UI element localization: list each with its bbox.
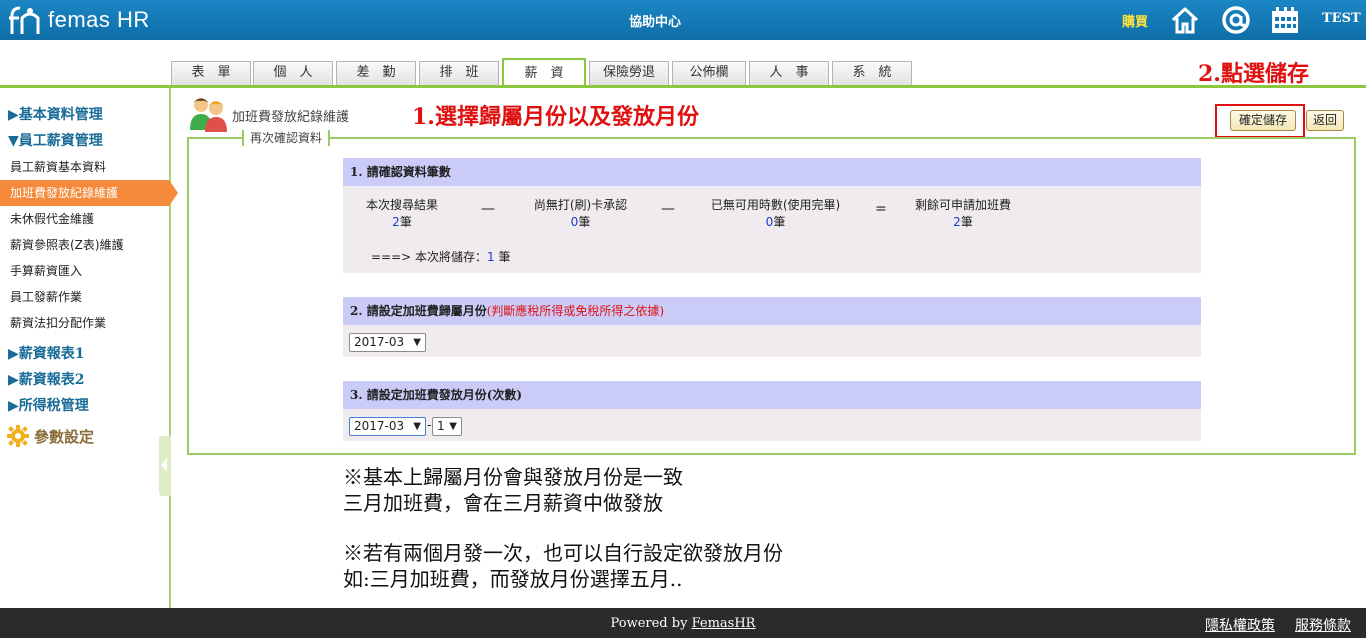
- femashr-link[interactable]: FemasHR: [692, 616, 756, 631]
- users-icon: [190, 98, 227, 132]
- privacy-policy-link[interactable]: 隱私權政策: [1205, 615, 1275, 635]
- stat-no-hours: 已無可用時數(使用完畢) 0筆: [698, 196, 853, 230]
- gear-icon: [7, 425, 29, 447]
- stat-label: 剩餘可申請加班費: [914, 198, 1011, 212]
- dropdown-arrow-icon: ▼: [449, 421, 457, 432]
- summary-value: 1: [487, 250, 495, 264]
- pay-times-select[interactable]: 1 ▼: [432, 417, 462, 436]
- summary-unit: 筆: [494, 250, 511, 264]
- pay-times-value: 1: [437, 419, 445, 433]
- user-name[interactable]: TEST: [1322, 11, 1361, 26]
- tabs-underline: [0, 85, 1366, 88]
- stat-label: 已無可用時數(使用完畢): [710, 198, 841, 212]
- dropdown-arrow-icon: ▼: [413, 337, 421, 348]
- pay-month-section: 3. 請設定加班費發放月份(次數) 2017-03 ▼ - 1 ▼: [343, 381, 1201, 441]
- home-icon[interactable]: [1170, 5, 1200, 35]
- note-line-3: ※若有兩個月發一次，也可以自行設定欲發放月份: [343, 541, 783, 565]
- help-center-link[interactable]: 協助中心: [600, 11, 710, 30]
- section2-note: (判斷應稅所得或免稅所得之依據): [486, 304, 665, 318]
- sidebar-group-salary[interactable]: ▼員工薪資管理: [8, 130, 103, 150]
- panel-legend: 再次確認資料: [242, 130, 331, 146]
- sidebar-group-basic[interactable]: ▶基本資料管理: [8, 104, 103, 124]
- note-line-1: ※基本上歸屬月份會與發放月份是一致: [343, 465, 683, 489]
- logo-text: femas HR: [48, 7, 150, 32]
- sidebar-group-report1[interactable]: ▶薪資報表1: [8, 343, 85, 363]
- section2-title-text: 2. 請設定加班費歸屬月份: [350, 304, 487, 318]
- stat-value: 2: [392, 215, 400, 229]
- femas-logo[interactable]: femas HR: [8, 4, 150, 36]
- confirm-save-button[interactable]: 確定儲存: [1230, 110, 1296, 131]
- sidebar-group-tax[interactable]: ▶所得稅管理: [8, 395, 89, 415]
- stat-unit: 筆: [578, 215, 591, 229]
- logo-mark-icon: [9, 6, 40, 34]
- belong-month-value: 2017-03: [354, 335, 405, 349]
- tab-insurance[interactable]: 保險勞退: [589, 61, 669, 85]
- sidebar-param-label: 參數設定: [34, 427, 95, 446]
- stat-label: 本次搜尋結果: [365, 198, 438, 212]
- sidebar-item-z-table[interactable]: 薪資參照表(Z表)維護: [0, 232, 169, 258]
- step1-hint-annotation: 1.選擇歸屬月份以及發放月份: [412, 104, 699, 130]
- note-line-2: 三月加班費，會在三月薪資中做發放: [343, 491, 663, 515]
- save-count-summary: ===> 本次將儲存：1 筆: [371, 248, 511, 265]
- sidebar-item-overtime-records[interactable]: 加班費發放紀錄維護: [0, 180, 178, 206]
- tab-salary[interactable]: 薪 資: [502, 58, 586, 88]
- sidebar-group-report2[interactable]: ▶薪資報表2: [8, 369, 85, 389]
- footer: Powered by FemasHR 隱私權政策 服務條款: [0, 608, 1366, 638]
- sidebar-item-payroll[interactable]: 員工發薪作業: [0, 284, 169, 310]
- pay-month-value: 2017-03: [354, 419, 405, 433]
- pay-month-select[interactable]: 2017-03 ▼: [349, 417, 426, 436]
- tab-system[interactable]: 系 統: [832, 61, 912, 85]
- collapse-arrow-icon: [161, 458, 167, 472]
- at-icon[interactable]: [1221, 5, 1251, 35]
- section1-title: 1. 請確認資料筆數: [343, 158, 1201, 186]
- minus-operator: —: [661, 201, 675, 217]
- summary-label: ===> 本次將儲存：: [371, 250, 488, 264]
- sidebar-item-leave-cash[interactable]: 未休假代金維護: [0, 206, 169, 232]
- sidebar-param-settings[interactable]: 參數設定: [6, 424, 94, 448]
- powered-by-label: Powered by: [610, 616, 692, 631]
- sidebar-item-salary-basic[interactable]: 員工薪資基本資料: [0, 154, 169, 180]
- dropdown-arrow-icon: ▼: [413, 421, 421, 432]
- terms-of-service-link[interactable]: 服務條款: [1295, 615, 1351, 635]
- stat-unit: 筆: [960, 215, 973, 229]
- tab-forms[interactable]: 表 單: [171, 61, 251, 85]
- section2-title: 2. 請設定加班費歸屬月份(判斷應稅所得或免稅所得之依據): [343, 297, 1201, 325]
- stat-remaining: 剩餘可申請加班費 2筆: [903, 196, 1023, 230]
- tab-bulletin[interactable]: 公佈欄: [672, 61, 746, 85]
- stat-label: 尚無打(刷)卡承認: [533, 198, 628, 212]
- tab-attendance[interactable]: 差 勤: [336, 61, 416, 85]
- stat-unit: 筆: [773, 215, 786, 229]
- top-bar: femas HR 協助中心 購買 TEST: [0, 0, 1366, 40]
- calendar-icon[interactable]: [1270, 5, 1300, 35]
- sidebar-item-manual-import[interactable]: 手算薪資匯入: [0, 258, 169, 284]
- stat-no-clock-in: 尚無打(刷)卡承認 0筆: [513, 196, 648, 230]
- minus-operator: —: [481, 201, 495, 217]
- section3-title: 3. 請設定加班費發放月份(次數): [343, 381, 1201, 409]
- stat-unit: 筆: [399, 215, 412, 229]
- tab-personal[interactable]: 個 人: [253, 61, 333, 85]
- sidebar-item-deduction[interactable]: 薪資法扣分配作業: [0, 310, 169, 336]
- sidebar: ▶基本資料管理 ▼員工薪資管理 員工薪資基本資料 加班費發放紀錄維護 未休假代金…: [0, 88, 178, 608]
- belong-month-section: 2. 請設定加班費歸屬月份(判斷應稅所得或免稅所得之依據) 2017-03 ▼: [343, 297, 1201, 357]
- note-line-4: 如:三月加班費，而發放月份選擇五月..: [343, 567, 683, 591]
- sidebar-collapse-handle[interactable]: [159, 436, 171, 496]
- month-times-separator: -: [427, 418, 432, 432]
- save-hint-annotation: 2.點選儲存: [1198, 61, 1309, 87]
- back-button[interactable]: 返回: [1306, 110, 1344, 131]
- tab-scheduling[interactable]: 排 班: [419, 61, 499, 85]
- belong-month-select[interactable]: 2017-03 ▼: [349, 333, 426, 352]
- tab-hr[interactable]: 人 事: [749, 61, 829, 85]
- page-title: 加班費發放紀錄維護: [232, 110, 350, 125]
- stat-value: 2: [953, 215, 961, 229]
- buy-link[interactable]: 購買: [1122, 11, 1148, 30]
- record-count-section: 1. 請確認資料筆數 本次搜尋結果 2筆 — 尚無打(刷)卡承認 0筆 — 已無…: [343, 158, 1201, 273]
- equals-operator: =: [875, 201, 887, 217]
- powered-by: Powered by FemasHR: [0, 616, 1366, 631]
- stat-search-results: 本次搜尋結果 2筆: [348, 196, 456, 230]
